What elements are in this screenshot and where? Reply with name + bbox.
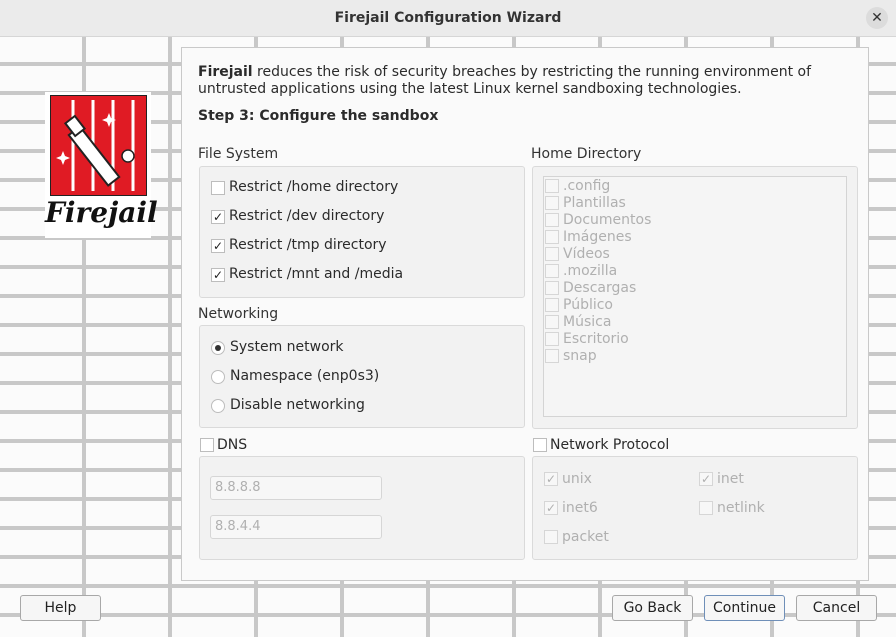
networking-radio[interactable]	[211, 370, 225, 384]
dns-frame	[199, 456, 525, 560]
networking-option-label: System network	[230, 339, 344, 355]
home-directory-item-checkbox[interactable]	[545, 179, 559, 193]
home-directory-item-label: Imágenes	[563, 229, 632, 245]
networking-radio[interactable]	[211, 399, 225, 413]
network-protocol-item-checkbox[interactable]: ✓	[544, 501, 558, 515]
network-protocol-item-checkbox[interactable]	[699, 501, 713, 515]
home-directory-item-checkbox[interactable]	[545, 264, 559, 278]
networking-option-label: Namespace (enp0s3)	[230, 368, 380, 384]
home-directory-item-checkbox[interactable]	[545, 332, 559, 346]
file-system-option-label: Restrict /tmp directory	[229, 237, 387, 253]
home-directory-item-checkbox[interactable]	[545, 315, 559, 329]
home-directory-item-checkbox[interactable]	[545, 298, 559, 312]
home-directory-item-label: .config	[563, 178, 611, 194]
file-system-checkbox[interactable]	[211, 181, 225, 195]
home-directory-item-label: Música	[563, 314, 612, 330]
network-protocol-item-label: netlink	[717, 500, 765, 516]
home-directory-item-label: Escritorio	[563, 331, 629, 347]
step-heading: Step 3: Configure the sandbox	[198, 108, 439, 124]
home-directory-item-checkbox[interactable]	[545, 230, 559, 244]
home-directory-item-label: .mozilla	[563, 263, 618, 279]
logo-wordmark: Firejail	[45, 196, 158, 229]
home-directory-item-checkbox[interactable]	[545, 349, 559, 363]
home-directory-item-checkbox[interactable]	[545, 213, 559, 227]
close-button[interactable]: ✕	[866, 7, 888, 29]
file-system-option-label: Restrict /home directory	[229, 179, 399, 195]
dns-server-2-input[interactable]: 8.8.4.4	[210, 515, 382, 539]
continue-button[interactable]: Continue	[704, 595, 785, 621]
network-protocol-item-label: unix	[562, 471, 592, 487]
title-bar: Firejail Configuration Wizard ✕	[0, 0, 896, 37]
network-protocol-checkbox[interactable]	[533, 438, 547, 452]
logo-cell-icon	[50, 95, 147, 196]
network-protocol-item-label: inet6	[562, 500, 598, 516]
window-title: Firejail Configuration Wizard	[334, 10, 562, 26]
network-protocol-item-checkbox[interactable]: ✓	[699, 472, 713, 486]
intro-bold: Firejail	[198, 64, 253, 80]
intro-rest: reduces the risk of security breaches by…	[198, 64, 812, 97]
networking-radio[interactable]	[211, 341, 225, 355]
file-system-checkbox[interactable]: ✓	[211, 210, 225, 224]
help-button[interactable]: Help	[20, 595, 101, 621]
file-system-option-label: Restrict /mnt and /media	[229, 266, 404, 282]
firejail-logo: Firejail	[45, 92, 158, 238]
go-back-button[interactable]: Go Back	[612, 595, 693, 621]
home-directory-item-checkbox[interactable]	[545, 281, 559, 295]
dns-server-1-input[interactable]: 8.8.8.8	[210, 476, 382, 500]
home-directory-label: Home Directory	[531, 146, 642, 162]
file-system-label: File System	[198, 146, 279, 162]
network-protocol-item-checkbox[interactable]: ✓	[544, 472, 558, 486]
network-protocol-item-label: inet	[717, 471, 744, 487]
home-directory-item-label: Documentos	[563, 212, 652, 228]
dns-checkbox[interactable]	[200, 438, 214, 452]
file-system-option-label: Restrict /dev directory	[229, 208, 385, 224]
home-directory-item-label: Vídeos	[563, 246, 610, 262]
file-system-checkbox[interactable]: ✓	[211, 239, 225, 253]
networking-label: Networking	[198, 306, 279, 322]
dns-label: DNS	[217, 437, 248, 453]
file-system-checkbox[interactable]: ✓	[211, 268, 225, 282]
intro-text: Firejail reduces the risk of security br…	[198, 64, 858, 98]
home-directory-item-label: Descargas	[563, 280, 637, 296]
home-directory-item-label: Plantillas	[563, 195, 626, 211]
home-directory-item-checkbox[interactable]	[545, 247, 559, 261]
home-directory-item-checkbox[interactable]	[545, 196, 559, 210]
network-protocol-item-label: packet	[562, 529, 609, 545]
logo-graphic-icon	[56, 100, 135, 191]
network-protocol-item-checkbox[interactable]	[544, 530, 558, 544]
cancel-button[interactable]: Cancel	[796, 595, 877, 621]
network-protocol-label: Network Protocol	[550, 437, 670, 453]
networking-option-label: Disable networking	[230, 397, 365, 413]
home-directory-item-label: snap	[563, 348, 597, 364]
home-directory-item-label: Público	[563, 297, 613, 313]
